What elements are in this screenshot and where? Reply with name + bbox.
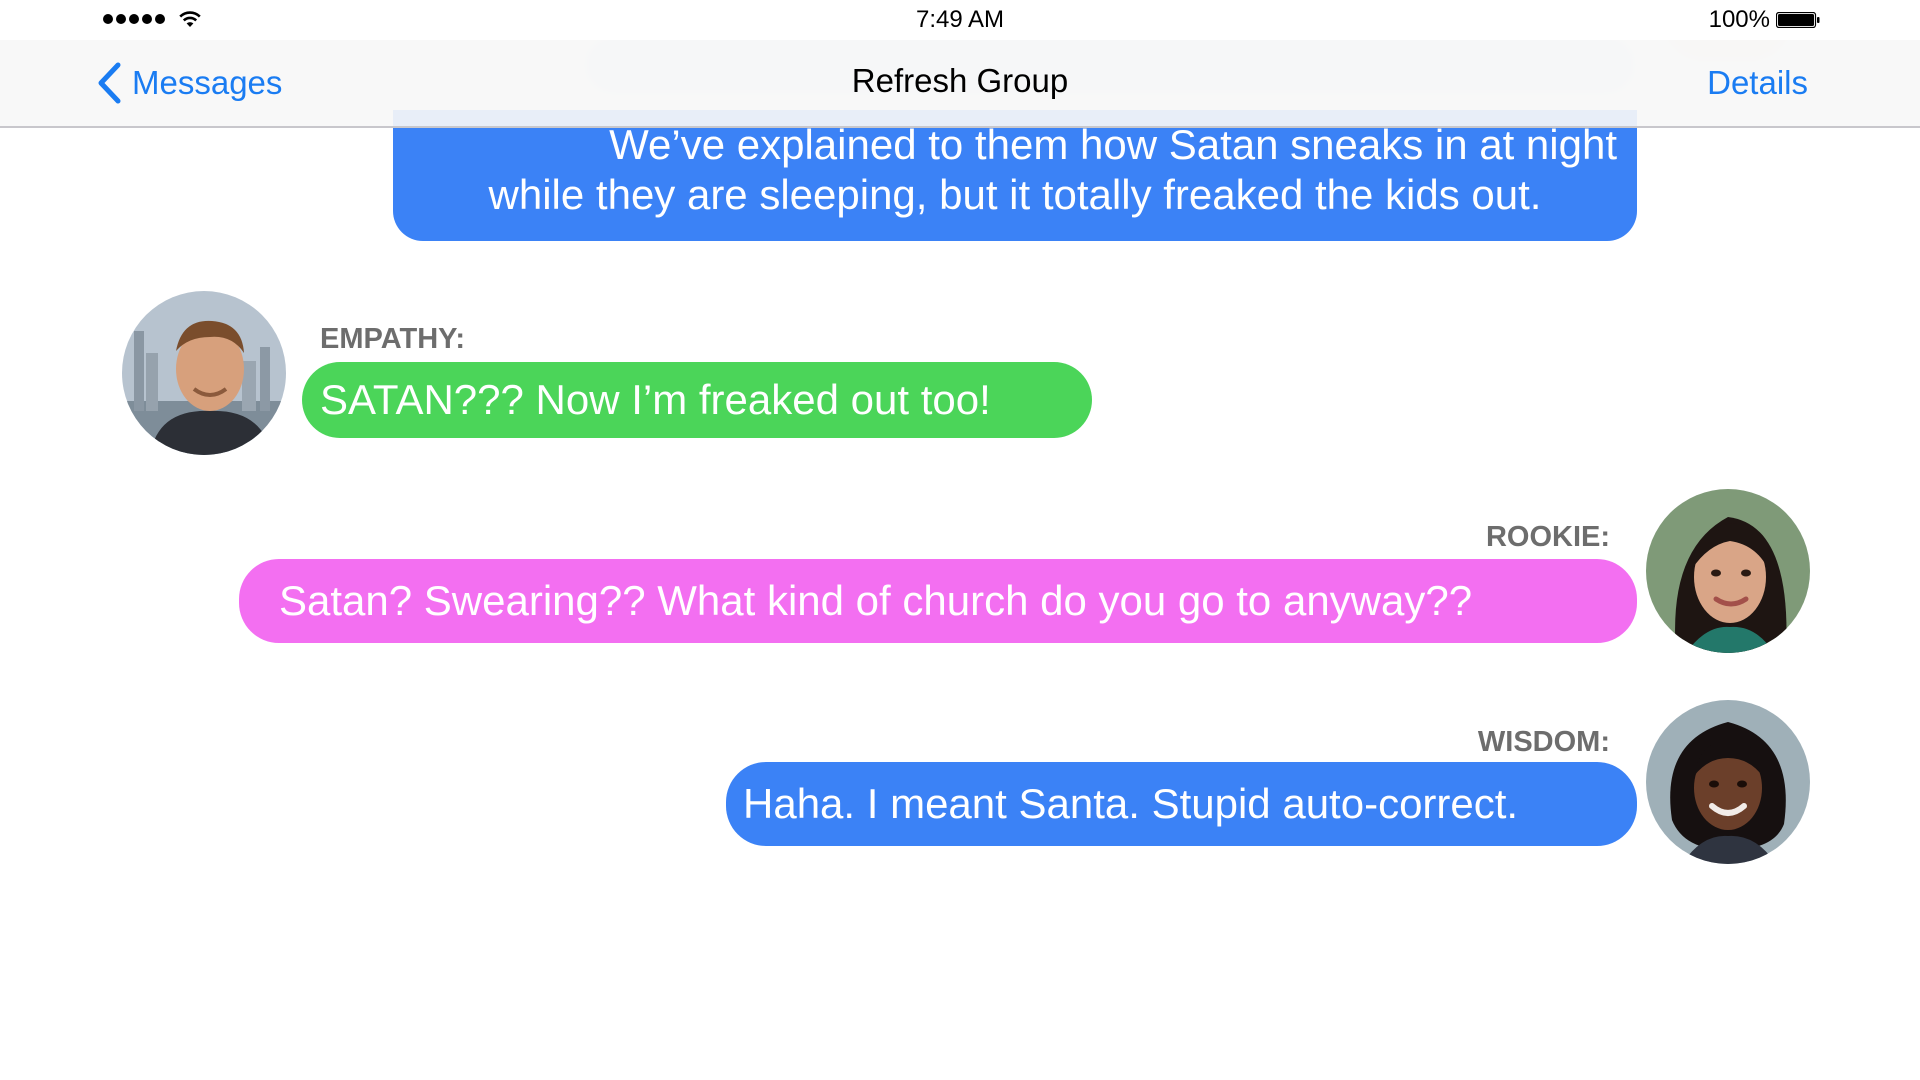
message-bubble-4: Haha. I meant Santa. Stupid auto-correct… xyxy=(726,762,1637,846)
avatar-wisdom xyxy=(1646,700,1810,864)
nav-bar: Messages Refresh Group Details xyxy=(0,40,1920,128)
message-bubble-1: We’ve explained to them how Satan sneaks… xyxy=(393,110,1637,241)
messages-screen: 7:49 AM 100% Messages Refresh Group Deta… xyxy=(0,0,1920,1080)
message-bubble-3: Satan? Swearing?? What kind of church do… xyxy=(239,559,1637,643)
details-button[interactable]: Details xyxy=(1707,64,1808,102)
sender-label-rookie: ROOKIE: xyxy=(1485,521,1610,553)
avatar-rookie xyxy=(1646,489,1810,653)
sender-label-wisdom: WISDOM: xyxy=(1477,726,1610,758)
battery-icon xyxy=(1776,12,1820,28)
back-label: Messages xyxy=(132,64,283,101)
sender-label-empathy: EMPATHY: xyxy=(320,323,465,355)
message-bubble-2: SATAN??? Now I’m freaked out too! xyxy=(302,362,1092,438)
status-time: 7:49 AM xyxy=(915,6,1005,33)
chevron-left-icon xyxy=(98,62,121,104)
message-line: while they are sleeping, but it totally … xyxy=(488,171,1542,218)
battery-percent: 100% xyxy=(1708,6,1770,33)
status-bar: 7:49 AM 100% xyxy=(0,0,1920,40)
avatar-empathy xyxy=(122,291,286,455)
conversation-title: Refresh Group xyxy=(851,62,1069,99)
back-button[interactable]: Messages xyxy=(96,60,282,106)
